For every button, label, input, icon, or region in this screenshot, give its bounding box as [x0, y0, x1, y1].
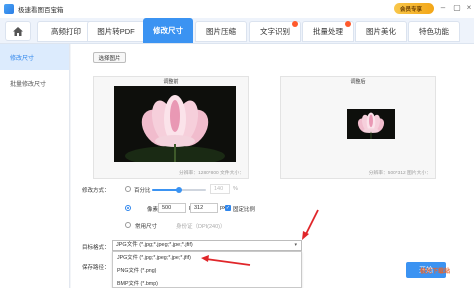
arrow-to-format-select: [302, 209, 319, 240]
annotation-arrows: [201, 209, 319, 266]
arrow-to-jpg-option: [201, 255, 251, 266]
